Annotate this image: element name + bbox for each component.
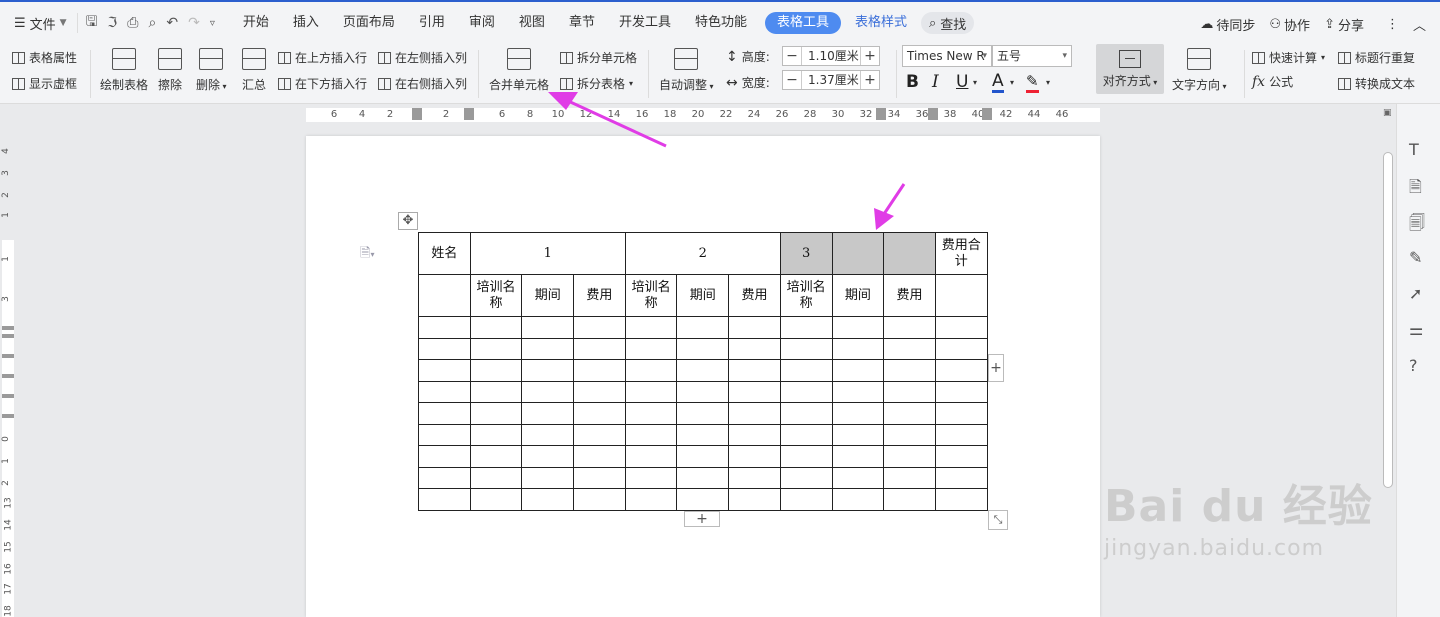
scroll-top-icon[interactable]: ▣	[1383, 108, 1392, 118]
watermark-url: jingyan.baidu.com	[1104, 536, 1325, 561]
text-style-icon[interactable]: T	[1409, 140, 1419, 159]
document-icon[interactable]: 🗎	[1409, 176, 1422, 203]
sliders-icon[interactable]: ⚌	[1409, 320, 1423, 339]
annotation-arrow	[548, 92, 667, 148]
cursor-icon[interactable]: ➚	[1409, 284, 1422, 303]
pen-icon[interactable]: ✎	[1409, 248, 1422, 267]
annotation-arrow	[874, 183, 906, 230]
help-icon[interactable]: ?	[1409, 356, 1418, 375]
watermark: Bai du 经验 jingyan.baidu.com	[1104, 470, 1373, 561]
watermark-logo: Bai du 经验	[1104, 481, 1373, 532]
scrollbar-thumb[interactable]	[1383, 152, 1393, 488]
right-sidebar: T 🗎 🗐 ✎ ➚ ⚌ ?	[1396, 104, 1440, 617]
vertical-scrollbar[interactable]: ▣	[1380, 104, 1396, 617]
document-settings-icon[interactable]: 🗐	[1409, 212, 1425, 239]
